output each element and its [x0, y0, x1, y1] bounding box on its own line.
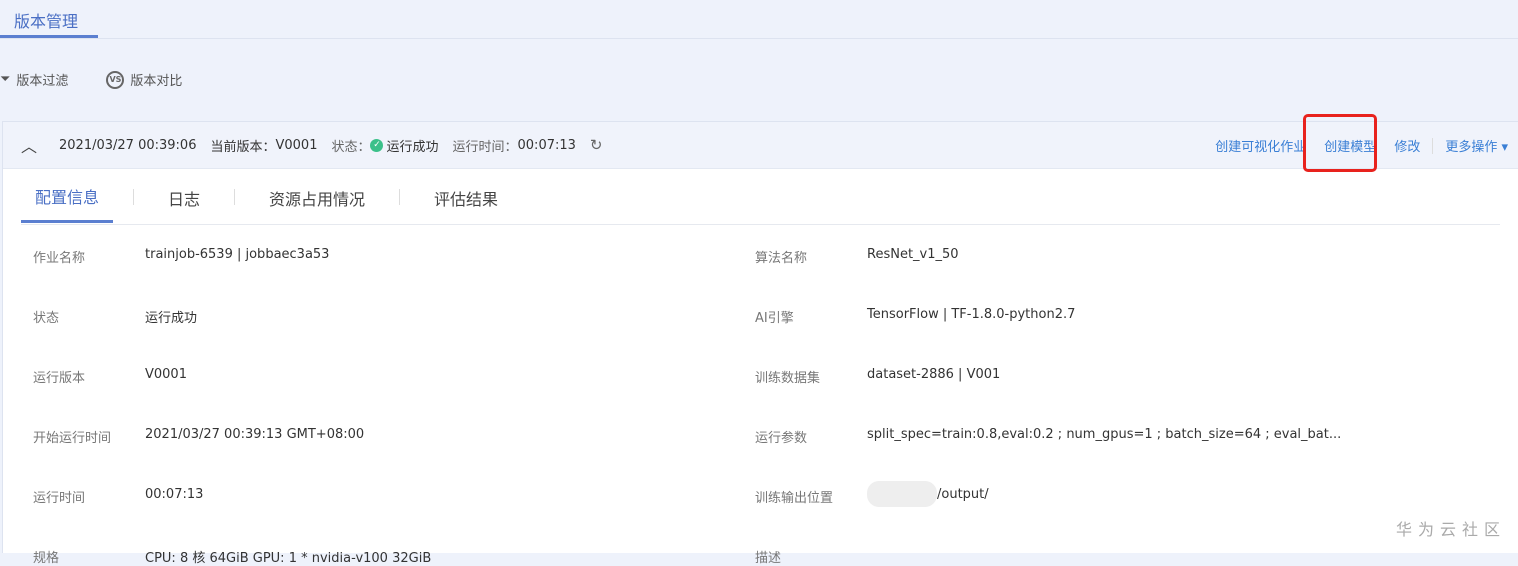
- vs-icon: VS: [106, 70, 125, 89]
- info-value: /output/: [937, 487, 989, 502]
- info-value: V0001: [145, 367, 187, 382]
- more-actions-dropdown[interactable]: 更多操作 ▾: [1445, 136, 1508, 155]
- info-key: 算法名称: [755, 251, 808, 266]
- info-value: split_spec=train:0.8,eval:0.2 ; num_gpus…: [867, 427, 1342, 442]
- info-key: 运行时间: [33, 491, 86, 506]
- info-value: ResNet_v1_50: [867, 247, 959, 262]
- info-value: 2021/03/27 00:39:13 GMT+08:00: [145, 427, 365, 442]
- info-value: trainjob-6539 | jobbaec3a53: [145, 247, 330, 262]
- filter-label: 版本过滤: [16, 74, 69, 89]
- info-key: 开始运行时间: [33, 431, 112, 446]
- version-card: ︿ 2021/03/27 00:39:06 当前版本： V0001 状态： ✓ …: [2, 114, 1518, 566]
- info-key: 运行参数: [755, 431, 808, 446]
- tab-logs[interactable]: 日志: [154, 172, 214, 222]
- info-row: 算法名称 ResNet_v1_50: [755, 247, 959, 266]
- info-row: 开始运行时间 2021/03/27 00:39:13 GMT+08:00: [33, 427, 364, 446]
- info-row: AI引擎 TensorFlow | TF-1.8.0-python2.7: [755, 307, 1075, 326]
- divider: [0, 38, 1518, 39]
- tab-config[interactable]: 配置信息: [21, 170, 114, 223]
- info-key: 训练数据集: [755, 371, 821, 386]
- edit-link[interactable]: 修改: [1394, 136, 1420, 155]
- info-value: TensorFlow | TF-1.8.0-python2.7: [867, 307, 1076, 322]
- info-value: CPU: 8 核 64GiB GPU: 1 * nvidia-v100 32Gi…: [145, 551, 432, 566]
- info-row: 运行版本 V0001: [33, 367, 187, 386]
- info-row: 训练数据集 dataset-2886 | V001: [755, 367, 1000, 386]
- tab-evaluation[interactable]: 评估结果: [420, 172, 512, 222]
- info-row: 运行参数 split_spec=train:0.8,eval:0.2 ; num_…: [755, 427, 1341, 446]
- info-row: 训练输出位置/output/: [755, 481, 989, 507]
- create-visualization-link[interactable]: 创建可视化作业: [1215, 136, 1306, 155]
- version-date: 2021/03/27 00:39:06: [59, 137, 197, 153]
- info-row: 运行时间 00:07:13: [33, 487, 203, 506]
- current-version: V0001: [275, 137, 318, 153]
- status-value: 运行成功: [386, 139, 439, 155]
- info-key: 训练输出位置: [755, 491, 834, 506]
- success-icon: ✓: [370, 138, 384, 152]
- tab-resources[interactable]: 资源占用情况: [255, 172, 379, 222]
- info-row: 作业名称 trainjob-6539 | jobbaec3a53: [33, 247, 329, 266]
- refresh-icon[interactable]: ↻: [590, 136, 603, 154]
- status-label: 状态：: [331, 139, 371, 155]
- info-row: 规格 CPU: 8 核 64GiB GPU: 1 * nvidia-v100 32…: [33, 547, 431, 566]
- compare-label: 版本对比: [130, 74, 183, 89]
- runtime-label: 运行时间：: [452, 139, 518, 155]
- info-key: AI引擎: [755, 311, 794, 326]
- current-version-label: 当前版本：: [210, 139, 276, 155]
- redacted-path: [867, 481, 937, 507]
- runtime-value: 00:07:13: [517, 137, 576, 153]
- info-key: 状态: [33, 311, 60, 326]
- filter-icon: ⏷: [0, 72, 11, 87]
- chevron-up-icon[interactable]: ︿: [21, 133, 37, 157]
- info-row: 状态 运行成功: [33, 307, 197, 326]
- info-key: 运行版本: [33, 371, 86, 386]
- divider: [1432, 137, 1434, 154]
- version-filter-button[interactable]: ⏷ 版本过滤: [0, 70, 68, 89]
- info-key: 作业名称: [33, 251, 86, 266]
- info-value: 运行成功: [145, 311, 198, 326]
- info-row: 描述: [755, 547, 867, 566]
- info-key: 规格: [33, 551, 60, 566]
- tab-version-management[interactable]: 版本管理: [0, 0, 98, 38]
- watermark: 华为云社区: [1395, 520, 1506, 539]
- info-key: 描述: [755, 551, 782, 566]
- version-compare-button[interactable]: VS 版本对比: [106, 70, 182, 89]
- info-value: dataset-2886 | V001: [867, 367, 1001, 382]
- create-model-link[interactable]: 创建模型: [1324, 136, 1376, 155]
- info-value: 00:07:13: [145, 487, 204, 502]
